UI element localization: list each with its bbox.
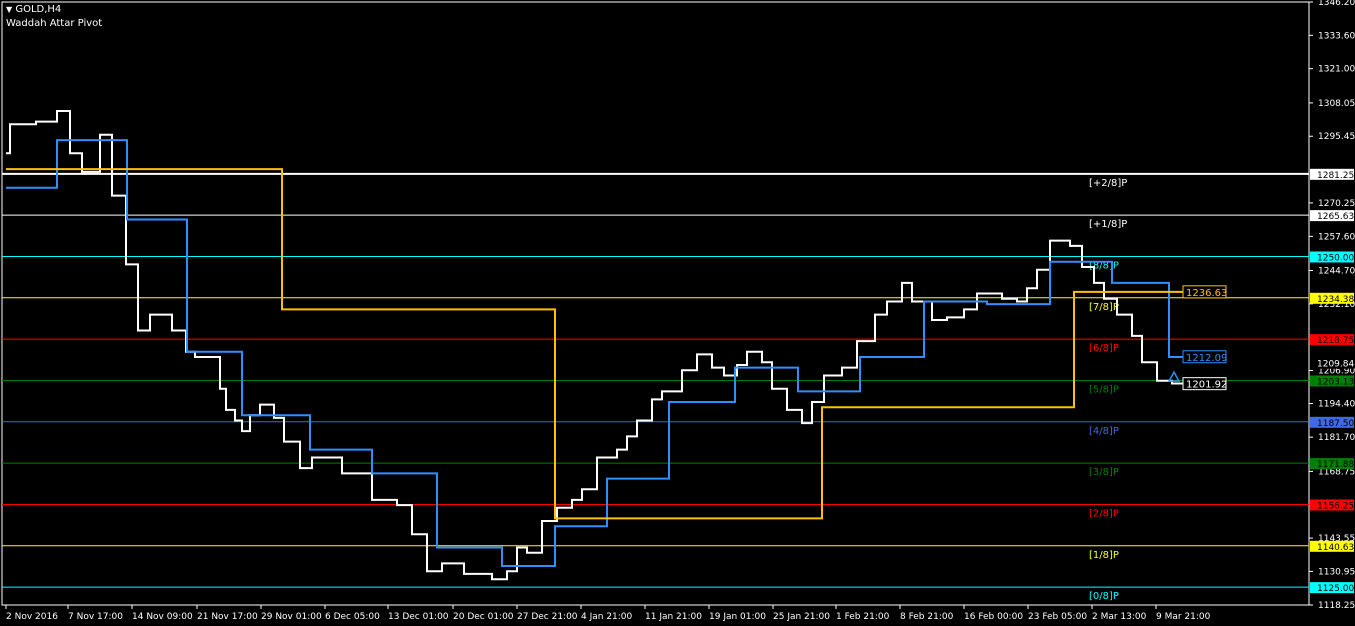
pivot-price-label: 1281.25 [1317,171,1354,181]
time-tick-label: 11 Jan 21:00 [645,612,702,622]
pivot-price-label: 1140.63 [1317,543,1354,553]
price-tick-label: 1181.70 [1318,433,1355,443]
time-tick-label: 6 Dec 05:00 [325,612,380,622]
time-tick-label: 9 Mar 21:00 [1156,612,1211,622]
pivot-price-label: 1125.00 [1317,584,1354,594]
price-tick-label: 1118.25 [1318,601,1355,611]
current-price-label: 1209.84 [1317,360,1354,370]
pivot-level-name: [+1/8]P [1089,219,1127,230]
pivot-level-name: [+2/8]P [1089,178,1127,189]
value-box-label: 1236.63 [1186,288,1227,299]
time-tick-label: 21 Nov 17:00 [197,612,258,622]
price-tick-label: 1270.25 [1318,199,1355,209]
price-tick-label: 1333.60 [1318,31,1355,41]
pivot-level-name: [4/8]P [1089,426,1119,437]
pivot-price-label: 1265.63 [1317,212,1354,222]
pivot-price-label: 1218.75 [1317,336,1354,346]
pivot-level-name: [6/8]P [1089,343,1119,354]
series-line-0 [6,109,1185,581]
time-tick-label: 7 Nov 17:00 [68,612,123,622]
pivot-level-name: [0/8]P [1089,591,1119,602]
time-tick-label: 27 Dec 21:00 [517,612,578,622]
time-tick-label: 29 Nov 01:00 [261,612,322,622]
price-tick-label: 1130.95 [1318,567,1355,577]
value-box-label: 1201.92 [1186,380,1227,391]
price-tick-label: 1346.20 [1318,0,1355,8]
indicator-label: Waddah Attar Pivot [6,18,103,29]
time-tick-label: 8 Feb 21:00 [900,612,954,622]
time-tick-label: 23 Feb 05:00 [1028,612,1087,622]
pivot-level-name: [7/8]P [1089,302,1119,313]
price-tick-label: 1321.00 [1318,65,1355,75]
pivot-level-name: [3/8]P [1089,467,1119,478]
pivot-price-label: 1234.38 [1317,295,1354,305]
pivot-price-label: 1187.50 [1317,419,1354,429]
pivot-price-label: 1171.88 [1317,460,1354,470]
series-line-2 [6,168,1185,520]
price-chart[interactable]: 1346.20 1333.60 1321.00 1308.05 1295.45 1270.… [0,0,1355,626]
pivot-level-name: [5/8]P [1089,384,1119,395]
time-tick-label: 2 Nov 2016 [6,612,58,622]
time-tick-label: 4 Jan 21:00 [581,612,633,622]
price-tick-label: 1244.70 [1318,266,1355,276]
pivot-price-label: 1250.00 [1317,253,1354,263]
time-tick-label: 1 Feb 21:00 [836,612,890,622]
time-tick-label: 14 Nov 09:00 [132,612,193,622]
symbol-label: GOLD,H4 [15,4,62,15]
time-tick-label: 13 Dec 01:00 [388,612,449,622]
pivot-level-name: [1/8]P [1089,550,1119,561]
time-tick-label: 16 Feb 00:00 [964,612,1023,622]
time-tick-label: 2 Mar 13:00 [1092,612,1147,622]
price-tick-label: 1257.60 [1318,232,1355,242]
triangle-down-icon[interactable]: ▼ [6,5,12,14]
price-tick-label: 1194.40 [1318,400,1355,410]
arrow-up-icon [1167,370,1181,382]
series-line-1 [6,139,1185,567]
chart-window[interactable]: 1346.20 1333.60 1321.00 1308.05 1295.45 1270.… [0,0,1355,626]
value-box-label: 1212.09 [1186,353,1227,364]
pivot-price-label: 1156.25 [1317,501,1354,511]
time-tick-label: 19 Jan 01:00 [709,612,766,622]
pivot-level-name: [2/8]P [1089,508,1119,519]
time-tick-label: 20 Dec 01:00 [453,612,514,622]
pivot-price-label: 1203.13 [1317,377,1354,387]
price-tick-label: 1295.45 [1318,132,1355,142]
price-tick-label: 1308.05 [1318,99,1355,109]
time-tick-label: 25 Jan 21:00 [773,612,830,622]
symbol-header[interactable]: ▼ GOLD,H4 [6,4,61,15]
